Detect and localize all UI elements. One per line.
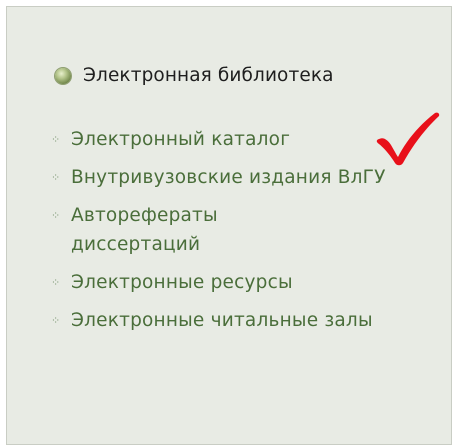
menu-item-electronic-resources[interactable]: ⁘ Электронные ресурсы xyxy=(51,268,431,297)
diamond-dot-icon: ⁘ xyxy=(51,314,61,327)
menu-item-label[interactable]: Внутривузовские издания ВлГУ xyxy=(71,163,411,192)
panel-heading-text: Электронная библиотека xyxy=(83,65,334,86)
menu-item-label[interactable]: Электронные читальные залы xyxy=(71,306,411,335)
diamond-dot-icon: ⁘ xyxy=(51,171,61,184)
menu-item-reading-rooms[interactable]: ⁘ Электронные читальные залы xyxy=(51,306,431,335)
diamond-dot-icon: ⁘ xyxy=(51,209,61,222)
menu-item-label[interactable]: Авторефераты диссертаций xyxy=(71,201,291,259)
menu-item-university-publications[interactable]: ⁘ Внутривузовские издания ВлГУ xyxy=(51,163,431,192)
checkmark-icon xyxy=(376,112,440,166)
menu-item-label[interactable]: Электронные ресурсы xyxy=(71,268,293,297)
diamond-dot-icon: ⁘ xyxy=(51,133,61,146)
round-bullet-icon xyxy=(55,67,71,84)
diamond-dot-icon: ⁘ xyxy=(51,276,61,289)
library-panel: Электронная библиотека ⁘ Электронный кат… xyxy=(6,6,452,445)
panel-heading: Электронная библиотека xyxy=(55,65,334,86)
checkmark-shape xyxy=(376,112,440,166)
menu-item-label[interactable]: Электронный каталог xyxy=(71,125,290,154)
menu-item-abstracts[interactable]: ⁘ Авторефераты диссертаций xyxy=(51,201,431,259)
